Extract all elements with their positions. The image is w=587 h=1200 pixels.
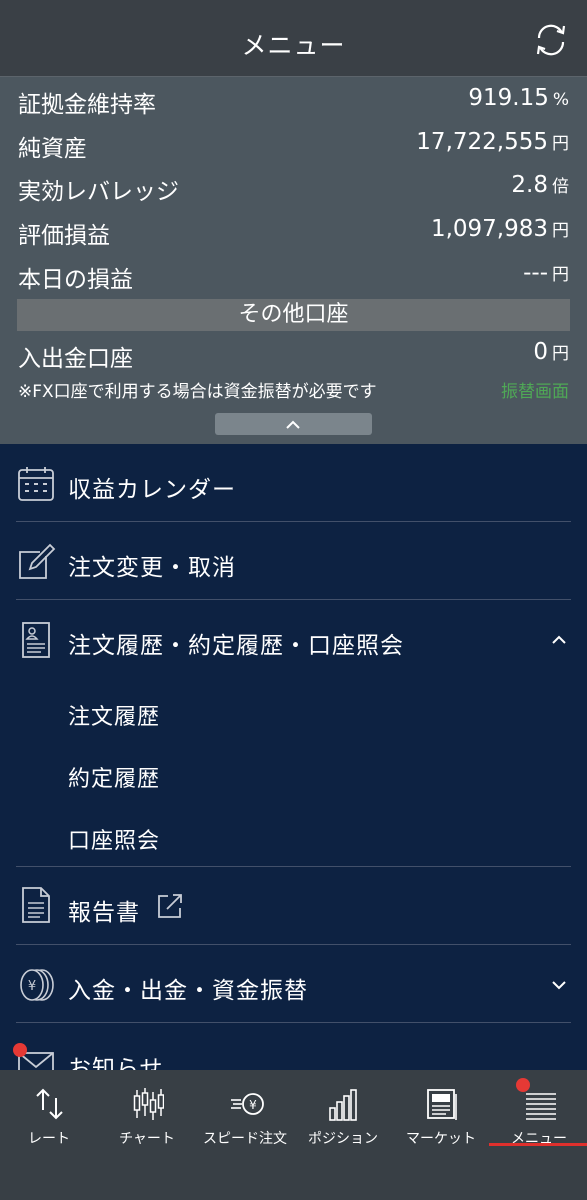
chevron-down-icon[interactable]	[551, 979, 567, 991]
menu-item-label: 収益カレンダー	[68, 477, 236, 503]
summary-value: --- 円	[523, 260, 569, 286]
tab-label: マーケット	[406, 1131, 476, 1147]
header-bar: メニュー	[0, 0, 587, 77]
submenu-order-history[interactable]: 注文履歴	[68, 699, 160, 731]
summary-value: 2.8 倍	[511, 172, 569, 198]
chevron-up-icon	[286, 420, 300, 429]
summary-label: 純資産	[18, 136, 87, 162]
tab-chart[interactable]: チャート	[98, 1080, 196, 1150]
menu-item-label: 入金・出金・資金振替	[68, 978, 308, 1004]
account-summary: 証拠金維持率 919.15% 純資産 17,722,555 円 実効レバレッジ 2…	[0, 77, 587, 444]
position-bars-icon	[329, 1089, 357, 1121]
calendar-icon	[18, 467, 54, 501]
transfer-note: ※FX口座で利用する場合は資金振替が必要です	[18, 382, 377, 402]
summary-value: 1,097,983 円	[430, 216, 569, 242]
menu-item-label: 注文変更・取消	[68, 555, 236, 581]
submenu-execution-history[interactable]: 約定履歴	[68, 761, 160, 793]
today-pl-row: 本日の損益 --- 円	[18, 256, 569, 293]
page-title: メニュー	[241, 31, 346, 60]
edit-icon	[19, 543, 56, 579]
summary-label: 証拠金維持率	[18, 92, 156, 118]
tab-label: チャート	[119, 1131, 175, 1147]
notification-dot	[516, 1078, 530, 1092]
collapse-summary-button[interactable]	[215, 413, 372, 435]
tab-label: レート	[28, 1131, 70, 1147]
menu-item-revenue-calendar[interactable]: 収益カレンダー	[0, 444, 587, 522]
transfer-note-row: ※FX口座で利用する場合は資金振替が必要です 振替画面	[18, 375, 569, 402]
svg-text:¥: ¥	[28, 979, 36, 994]
bottom-tab-bar: レート チャート ¥ スピード注文 ポジション マーケット メニュー	[0, 1070, 587, 1200]
summary-label: 実効レバレッジ	[18, 179, 179, 205]
rate-arrows-icon	[36, 1088, 63, 1120]
newspaper-icon	[427, 1089, 457, 1120]
leverage-row: 実効レバレッジ 2.8 倍	[18, 168, 569, 205]
external-link-icon	[158, 894, 182, 918]
deposit-account-row: 入出金口座 0円	[18, 335, 569, 372]
summary-label: 入出金口座	[18, 346, 133, 372]
submenu-account-inquiry[interactable]: 口座照会	[68, 823, 160, 855]
tab-label: ポジション	[308, 1131, 378, 1147]
menu-item-label: お知らせ	[68, 1056, 164, 1070]
svg-text:¥: ¥	[249, 1098, 257, 1112]
summary-value: 919.15%	[468, 85, 569, 111]
tab-menu[interactable]: メニュー	[490, 1078, 587, 1150]
tab-position[interactable]: ポジション	[294, 1080, 392, 1150]
report-icon	[22, 887, 50, 923]
speed-order-icon: ¥	[231, 1093, 264, 1115]
menu-item-deposit-withdraw-transfer[interactable]: ¥ 入金・出金・資金振替	[0, 945, 587, 1023]
menu-item-order-history-group[interactable]: 注文履歴・約定履歴・口座照会 注文履歴 約定履歴 口座照会	[0, 600, 587, 867]
active-tab-indicator	[489, 1143, 587, 1146]
other-accounts-header: その他口座	[17, 299, 570, 331]
summary-label: 評価損益	[18, 223, 110, 249]
menu-item-label: 報告書	[68, 900, 140, 926]
tab-label: スピード注文	[203, 1131, 287, 1147]
transfer-screen-link[interactable]: 振替画面	[501, 377, 569, 402]
tab-market[interactable]: マーケット	[392, 1080, 490, 1150]
notification-dot	[13, 1043, 27, 1057]
menu-item-label: 注文履歴・約定履歴・口座照会	[68, 633, 404, 659]
net-assets-row: 純資産 17,722,555 円	[18, 125, 569, 162]
tab-rate[interactable]: レート	[0, 1080, 98, 1150]
summary-label: 本日の損益	[18, 267, 133, 293]
menu-item-notices[interactable]: お知らせ	[0, 1023, 587, 1070]
refresh-icon[interactable]	[531, 20, 571, 60]
tab-speed-order[interactable]: ¥ スピード注文	[196, 1080, 294, 1150]
menu-item-order-change[interactable]: 注文変更・取消	[0, 522, 587, 600]
menu-list: 収益カレンダー 注文変更・取消 注文履歴・約定履歴・口座照会 注文履歴 約定履歴…	[0, 444, 587, 1070]
menu-item-reports[interactable]: 報告書	[0, 867, 587, 945]
coins-icon: ¥	[20, 969, 54, 1001]
summary-value: 0円	[533, 339, 569, 365]
summary-value: 17,722,555 円	[416, 129, 569, 155]
candlestick-icon	[133, 1088, 164, 1120]
valuation-pl-row: 評価損益 1,097,983 円	[18, 212, 569, 249]
margin-ratio-row: 証拠金維持率 919.15%	[18, 81, 569, 118]
menu-list-icon	[526, 1093, 556, 1120]
document-icon	[22, 622, 50, 658]
chevron-up-icon[interactable]	[551, 634, 567, 646]
